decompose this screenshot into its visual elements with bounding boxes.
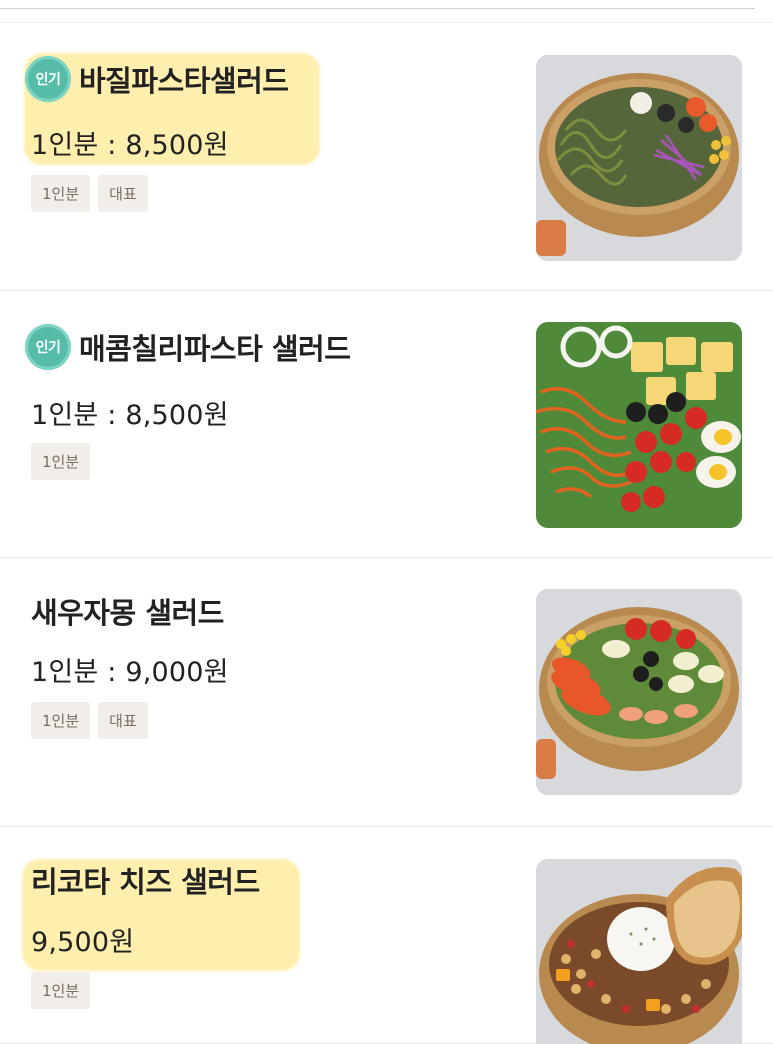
menu-item-price: 1인분 : 9,000원: [31, 657, 229, 688]
shrimp-grapefruit-salad-photo[interactable]: [536, 589, 742, 795]
popular-badge: 인기: [25, 324, 71, 370]
ricotta-cheese-salad-photo[interactable]: [536, 859, 742, 1044]
menu-item[interactable]: 리코타 치즈 샐러드 9,500원 1인분: [0, 827, 773, 1044]
menu-item-name: 매콤칠리파스타 샐러드: [79, 332, 351, 366]
tag-serving: 1인분: [31, 443, 91, 480]
menu-item-title-row: 리코타 치즈 샐러드: [25, 859, 260, 901]
tag-signature: 대표: [98, 702, 148, 739]
spicy-chili-pasta-salad-photo[interactable]: [536, 322, 742, 528]
menu-item-name: 바질파스타샐러드: [79, 64, 289, 98]
menu-item-title-row: 인기 매콤칠리파스타 샐러드: [25, 324, 351, 370]
tag-serving: 1인분: [31, 702, 91, 739]
menu-item-title-row: 새우자몽 샐러드: [25, 590, 224, 632]
top-bar: [0, 0, 773, 22]
basil-pasta-salad-photo[interactable]: [536, 55, 742, 261]
menu-item-tags: 1인분 대표: [31, 175, 148, 212]
top-divider: [0, 8, 755, 9]
menu-item-tags: 1인분: [31, 972, 91, 1009]
menu-item-price: 1인분 : 8,500원: [31, 130, 229, 161]
menu-item[interactable]: 인기 바질파스타샐러드 1인분 : 8,500원 1인분 대표: [0, 23, 773, 291]
menu-item-name: 리코타 치즈 샐러드: [31, 865, 260, 899]
menu-item[interactable]: 새우자몽 샐러드 1인분 : 9,000원 1인분 대표: [0, 558, 773, 827]
menu-item-title-row: 인기 바질파스타샐러드: [25, 56, 289, 102]
menu-item-price: 1인분 : 8,500원: [31, 400, 229, 431]
menu-item-tags: 1인분 대표: [31, 702, 148, 739]
menu-item[interactable]: 인기 매콤칠리파스타 샐러드 1인분 : 8,500원 1인분: [0, 291, 773, 558]
popular-badge: 인기: [25, 56, 71, 102]
tag-signature: 대표: [98, 175, 148, 212]
menu-item-name: 새우자몽 샐러드: [31, 596, 224, 630]
tag-serving: 1인분: [31, 972, 91, 1009]
menu-item-tags: 1인분: [31, 443, 91, 480]
tag-serving: 1인분: [31, 175, 91, 212]
menu-item-price: 9,500원: [31, 927, 135, 958]
